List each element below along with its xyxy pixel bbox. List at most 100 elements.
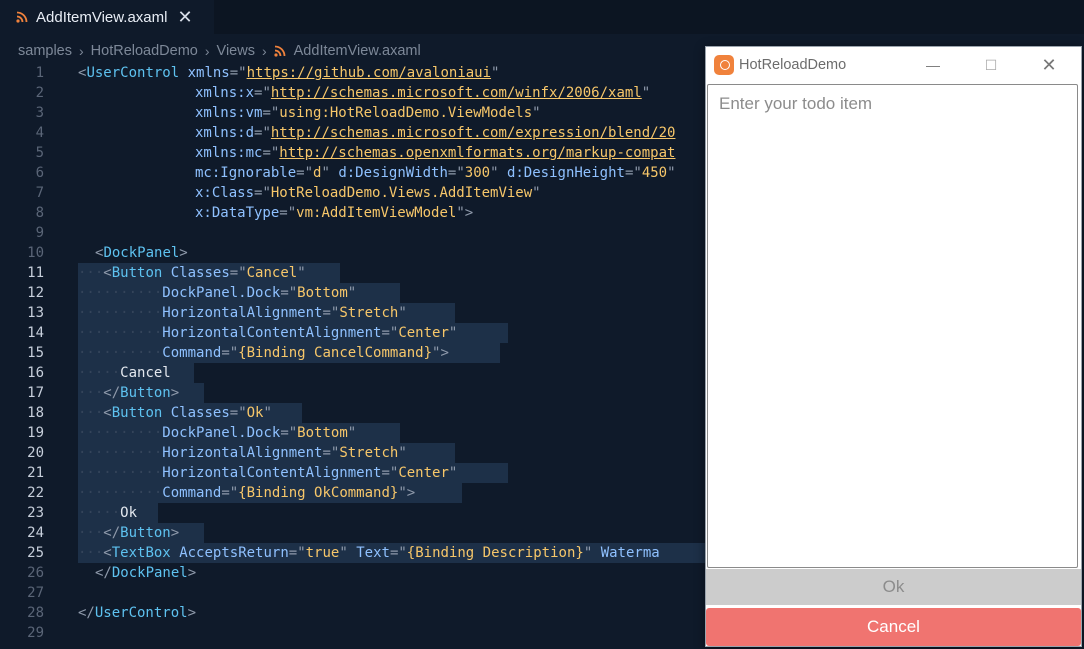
code-token: x:DataType (195, 205, 280, 221)
code-token: xmlns:mc (195, 145, 263, 161)
code-token: Stretch (339, 445, 399, 461)
code-token: {Binding CancelCommand} (238, 345, 433, 361)
code-token: DockPanel (111, 565, 188, 581)
close-window-button[interactable]: ✕ (1021, 47, 1077, 83)
code-line: xmlns:d="http://schemas.microsoft.com/ex… (195, 125, 676, 141)
code-token: Button (120, 385, 171, 401)
code-token: DockPanel (103, 245, 180, 261)
code-token: Button (111, 405, 163, 421)
ok-button-label: Ok (882, 577, 905, 596)
code-token: Button (111, 265, 163, 281)
code-line: ···</Button> (78, 385, 180, 401)
code-token: Stretch (339, 305, 399, 321)
minimize-button[interactable]: — (905, 47, 961, 83)
code-line: x:DataType="vm:AddItemViewModel"> (195, 205, 474, 221)
code-token: Center (398, 325, 449, 341)
line-number: 9 (35, 225, 44, 241)
code-link[interactable]: http://schemas.microsoft.com/winfx/2006/… (271, 85, 642, 101)
code-token: TextBox (111, 545, 171, 561)
code-token: Button (120, 525, 171, 541)
code-token: Bottom (297, 425, 348, 441)
code-token: Ok (120, 505, 138, 521)
code-token: 450 (641, 165, 668, 181)
code-token: 300 (464, 165, 491, 181)
close-icon[interactable]: ✕ (177, 8, 192, 26)
ok-button[interactable]: Ok (706, 569, 1081, 605)
code-token: AcceptsReturn (179, 545, 289, 561)
code-token: HorizontalContentAlignment (162, 325, 382, 341)
breadcrumb-file[interactable]: AddItemView.axaml (294, 43, 421, 59)
code-line: ··········DockPanel.Dock="Bottom" (78, 285, 357, 301)
code-line: xmlns:vm="using:HotReloadDemo.ViewModels… (195, 105, 541, 121)
code-token: HotReloadDemo.Views.AddItemView (270, 185, 533, 201)
code-line: ··········Command="{Binding OkCommand}"> (78, 485, 416, 501)
code-link[interactable]: http://schemas.microsoft.com/expression/… (271, 125, 676, 141)
code-token: Center (398, 465, 449, 481)
editor-tab-bar: AddItemView.axaml ✕ (0, 0, 1084, 35)
minimize-icon: — (926, 57, 940, 73)
code-token: xmlns:vm (195, 105, 263, 121)
code-link[interactable]: http://schemas.openxmlformats.org/markup… (279, 145, 675, 161)
code-token: {Binding Description} (406, 545, 584, 561)
code-line: xmlns:mc="http://schemas.openxmlformats.… (195, 145, 676, 161)
code-line: x:Class="HotReloadDemo.Views.AddItemView… (195, 185, 541, 201)
code-line: ···<TextBox AcceptsReturn="true" Text="{… (78, 545, 660, 561)
rss-icon (274, 45, 286, 57)
code-token: HorizontalContentAlignment (162, 465, 382, 481)
chevron-right-icon: › (79, 43, 84, 59)
code-link[interactable]: https://github.com/avaloniaui (247, 65, 491, 81)
code-token: Ok (246, 405, 264, 421)
breadcrumb: samples › HotReloadDemo › Views › AddIte… (18, 41, 421, 61)
code-line: </DockPanel> (95, 565, 197, 581)
chevron-right-icon: › (204, 43, 210, 59)
close-icon: ✕ (1041, 54, 1057, 75)
code-line: ·····Cancel (78, 365, 171, 381)
breadcrumb-hotreloaddemo[interactable]: HotReloadDemo (91, 43, 198, 59)
code-line: ···<Button Classes="Cancel" (78, 265, 306, 281)
code-line: <DockPanel> (95, 245, 188, 261)
code-editor[interactable]: 1 2 3 4 5 6 7 8 9 10 11 12 13 14 15 16 1… (0, 63, 705, 649)
todo-input[interactable] (708, 85, 1077, 567)
code-line: ··········HorizontalContentAlignment="Ce… (78, 465, 458, 481)
code-line: mc:Ignorable="d" d:DesignWidth="300" d:D… (195, 165, 676, 181)
maximize-button[interactable]: ☐ (963, 47, 1019, 83)
window-title: HotReloadDemo (739, 57, 847, 73)
code-token: Waterma (600, 545, 660, 561)
line-number: 29 (27, 625, 44, 641)
tab-additemview[interactable]: AddItemView.axaml ✕ (0, 0, 214, 35)
code-line: ···<Button Classes="Ok" (78, 405, 272, 421)
cancel-button[interactable]: Cancel (706, 608, 1081, 646)
code-token: Text (356, 545, 390, 561)
code-token: Classes (170, 265, 230, 281)
window-titlebar[interactable]: HotReloadDemo — ☐ ✕ (706, 47, 1081, 83)
code-line: <UserControl xmlns="https://github.com/a… (78, 65, 500, 81)
maximize-icon: ☐ (984, 56, 998, 73)
code-token: vm:AddItemViewModel (296, 205, 457, 221)
code-token: HorizontalAlignment (162, 305, 323, 321)
code-token: DockPanel.Dock (162, 425, 281, 441)
code-token: xmlns:x (195, 85, 255, 101)
chevron-right-icon: › (261, 43, 267, 59)
code-token: Cancel (246, 265, 298, 281)
code-token: Command (162, 485, 222, 501)
code-token: DockPanel.Dock (162, 285, 281, 301)
breadcrumb-samples[interactable]: samples (18, 43, 72, 59)
code-token: xmlns:d (195, 125, 255, 141)
code-token: HorizontalAlignment (162, 445, 323, 461)
code-token: Command (162, 345, 222, 361)
rss-icon (16, 11, 28, 23)
code-token: x:Class (195, 185, 255, 201)
breadcrumb-views[interactable]: Views (217, 43, 255, 59)
code-token: mc:Ignorable (195, 165, 297, 181)
code-line: ··········HorizontalAlignment="Stretch" (78, 305, 407, 321)
code-token: d:DesignWidth (338, 165, 448, 181)
code-line: ···</Button> (78, 525, 180, 541)
code-line: ·····Ok (78, 505, 138, 521)
tab-title: AddItemView.axaml (36, 8, 168, 26)
line-number: 27 (27, 585, 44, 601)
cancel-button-label: Cancel (867, 617, 920, 636)
code-token: xmlns (187, 65, 230, 81)
avalonia-app-icon (714, 55, 734, 75)
todo-input-container (707, 84, 1078, 568)
code-line: xmlns:x="http://schemas.microsoft.com/wi… (195, 85, 651, 101)
